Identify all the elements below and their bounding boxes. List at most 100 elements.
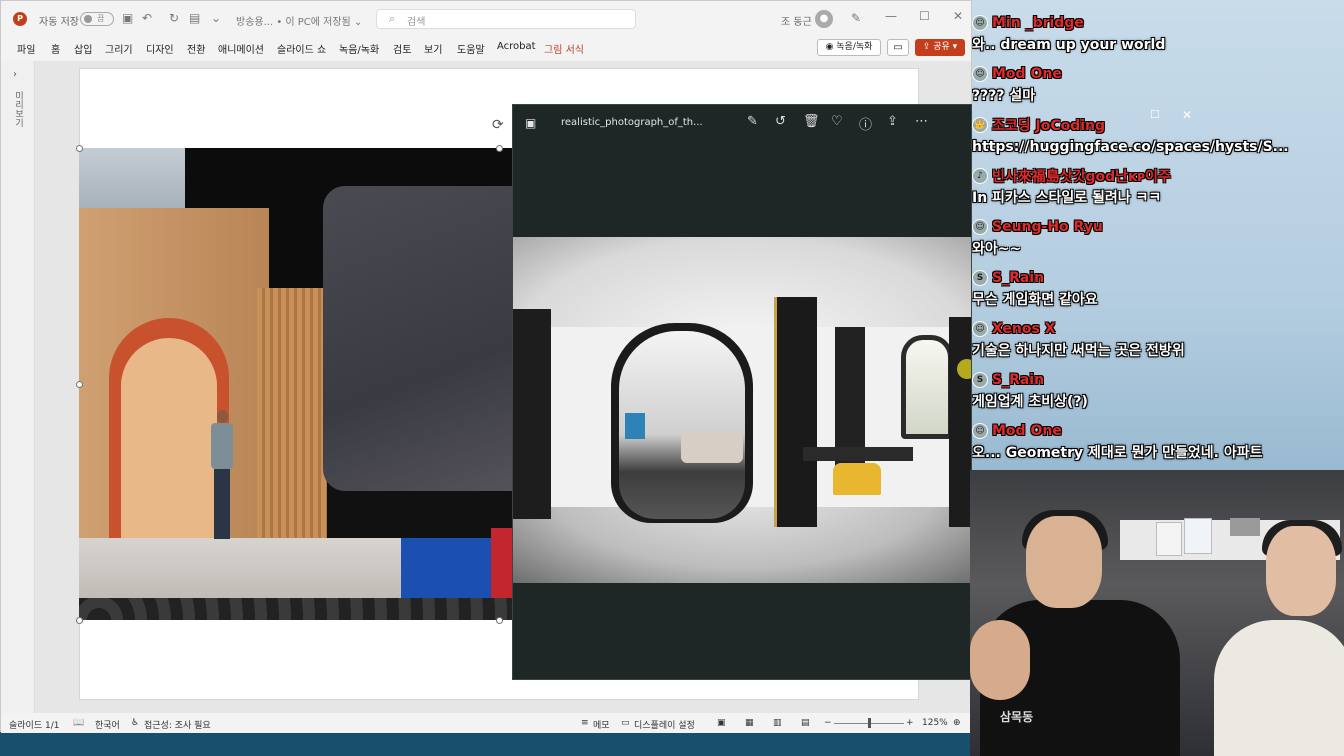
expand-pane-icon[interactable]: › — [13, 69, 17, 80]
slide-sorter-icon[interactable]: ▦ — [745, 718, 754, 728]
menu-help[interactable]: 도움말 — [457, 41, 485, 56]
edit-image-icon[interactable]: ✎ — [747, 114, 758, 129]
zoom-slider-thumb[interactable] — [868, 718, 871, 728]
picture-slats — [257, 288, 327, 538]
minimize-icon[interactable]: — — [885, 9, 897, 23]
pano-wardrobe — [775, 297, 817, 527]
chat-avatar-icon: ☺ — [972, 66, 988, 82]
chat-avatar-icon: ♪ — [972, 168, 988, 184]
share-icon[interactable]: ⇪ — [887, 114, 898, 129]
webcam-card — [1184, 518, 1212, 554]
record-button[interactable]: ◉ 녹음/녹화 — [817, 39, 881, 56]
chat-avatar-icon: ☺ — [972, 423, 988, 439]
notes-button[interactable]: 메모 — [593, 718, 610, 731]
photos-close-icon[interactable]: ✕ — [1182, 108, 1192, 122]
zoom-in-icon[interactable]: + — [906, 718, 914, 728]
menu-transitions[interactable]: 전환 — [187, 41, 205, 56]
menu-animations[interactable]: 애니메이션 — [218, 41, 264, 56]
powerpoint-logo-icon: P — [13, 12, 27, 26]
accessibility-icon[interactable]: ♿ — [131, 718, 139, 728]
slideshow-view-icon[interactable]: ▤ — [801, 718, 810, 728]
save-icon[interactable]: ▣ — [122, 11, 133, 25]
spellcheck-icon[interactable]: 📖 — [73, 718, 84, 728]
menu-slideshow[interactable]: 슬라이드 쇼 — [277, 41, 326, 56]
search-input[interactable]: ⌕ 검색 — [376, 9, 636, 29]
resize-handle-ml[interactable] — [76, 381, 83, 388]
slide-picture[interactable] — [79, 148, 515, 620]
zoom-out-icon[interactable]: − — [824, 718, 832, 728]
undo-icon[interactable]: ↶ — [142, 11, 152, 25]
photo-filename: realistic_photograph_of_th... — [561, 117, 703, 128]
display-settings-icon[interactable]: ▭ — [621, 718, 630, 728]
accessibility-status[interactable]: 접근성: 조사 필요 — [144, 718, 211, 731]
menu-design[interactable]: 디자인 — [146, 41, 174, 56]
panorama-image[interactable] — [513, 237, 971, 583]
menu-picture-format[interactable]: 그림 서식 — [544, 41, 584, 56]
slide-counter: 슬라이드 1/1 — [9, 721, 60, 731]
menu-view[interactable]: 보기 — [424, 41, 442, 56]
webcam-guest-body — [1214, 620, 1344, 756]
redo-icon[interactable]: ↻ — [169, 11, 179, 25]
pen-icon[interactable]: ✎ — [851, 11, 861, 25]
webcam-host-hand — [970, 620, 1030, 700]
chat-message: ☺ Xenos X 기술은 하나지만 써먹는 곳은 전방위 — [972, 318, 1342, 362]
fit-to-window-icon[interactable]: ⊕ — [953, 718, 961, 728]
resize-handle-tr[interactable] — [496, 145, 503, 152]
picture-audience — [79, 598, 515, 620]
rotate-handle-icon[interactable]: ⟳ — [492, 117, 504, 133]
menu-review[interactable]: 검토 — [393, 41, 411, 56]
webcam-feed: 삼목동 — [970, 470, 1344, 756]
photos-app-icon: ▣ — [525, 116, 537, 130]
delete-icon[interactable]: 🗑 — [803, 114, 820, 129]
comments-button[interactable]: ▭ — [887, 39, 909, 56]
chat-message: ☺ Min _bridge 와.. dream up your world — [972, 12, 1342, 56]
more-options-icon[interactable]: ⋯ — [915, 114, 928, 129]
notes-icon[interactable]: ≡ — [581, 718, 589, 728]
autosave-toggle[interactable]: 끔 — [80, 12, 114, 26]
photos-maximize-icon[interactable]: ☐ — [1150, 108, 1160, 121]
search-icon: ⌕ — [389, 12, 396, 25]
display-settings-button[interactable]: 디스플레이 설정 — [634, 718, 695, 731]
info-icon[interactable]: ⓘ — [859, 114, 872, 133]
close-icon[interactable]: ✕ — [953, 9, 963, 23]
menu-home[interactable]: 홈 — [51, 41, 60, 56]
webcam-shirt-text: 삼목동 — [1000, 710, 1034, 724]
resize-handle-br[interactable] — [496, 617, 503, 624]
menu-draw[interactable]: 그리기 — [105, 41, 133, 56]
favorite-icon[interactable]: ♡ — [831, 114, 843, 129]
comment-icon: ▭ — [893, 42, 903, 53]
zoom-level[interactable]: 125% — [922, 718, 948, 728]
resize-handle-tl[interactable] — [76, 145, 83, 152]
speaker-legs — [214, 469, 230, 539]
user-name[interactable]: 조 동근 — [781, 13, 812, 28]
reading-view-icon[interactable]: ▥ — [773, 718, 782, 728]
thumbnail-pane[interactable]: › 미리보기 — [1, 61, 35, 713]
avatar[interactable]: ● — [815, 10, 833, 28]
pano-ceiling — [513, 237, 971, 327]
menu-file[interactable]: 파일 — [17, 41, 35, 56]
maximize-icon[interactable]: ☐ — [919, 9, 930, 23]
chat-text: 오... Geometry 제대로 뭔가 만들었네. 아파트 — [972, 445, 1263, 461]
customize-toolbar-icon[interactable]: ⌄ — [211, 11, 221, 25]
chat-text: 기술은 하나지만 써먹는 곳은 전방위 — [972, 343, 1185, 359]
thumbnail-pane-label: 미리보기 — [13, 91, 23, 127]
rotate-icon[interactable]: ↺ — [775, 114, 786, 129]
chat-text: 와아~~ — [972, 241, 1022, 257]
chat-author: 조코딩 JoCoding — [992, 118, 1106, 134]
chat-author: Mod One — [992, 423, 1062, 439]
language-indicator[interactable]: 한국어 — [95, 718, 120, 731]
taskbar — [0, 730, 970, 756]
chat-text: 와.. dream up your world — [972, 37, 1166, 53]
chat-message: ☺ Seung-Ho Ryu 와아~~ — [972, 216, 1342, 260]
live-chat-overlay: ☺ Min _bridge 와.. dream up your world ☺ Mo… — [970, 0, 1344, 470]
menu-acrobat[interactable]: Acrobat — [497, 41, 536, 52]
present-icon[interactable]: ▤ — [189, 11, 200, 25]
normal-view-icon[interactable]: ▣ — [717, 718, 726, 728]
document-name[interactable]: 방송용... • 이 PC에 저장됨 ⌄ — [236, 13, 362, 28]
share-button[interactable]: ⇪ 공유 ▾ — [915, 39, 965, 56]
chat-message: S S_Rain 게임업계 초비상(?) — [972, 369, 1342, 413]
resize-handle-bl[interactable] — [76, 617, 83, 624]
menu-recording[interactable]: 녹음/녹화 — [339, 41, 379, 56]
chat-text: 게임업계 초비상(?) — [972, 394, 1088, 410]
menu-insert[interactable]: 삽입 — [74, 41, 92, 56]
